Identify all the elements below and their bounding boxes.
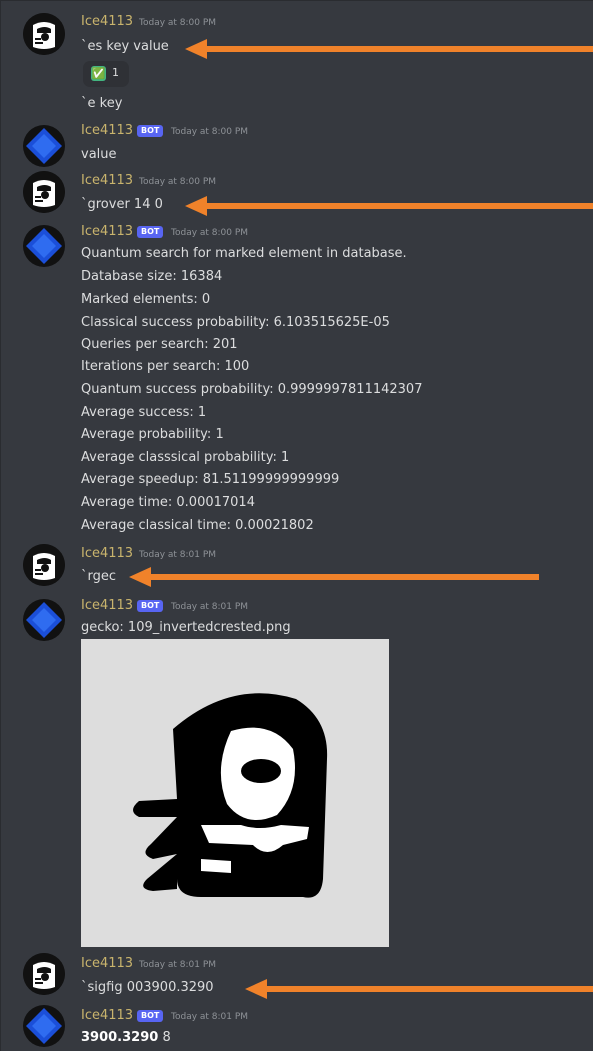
message-text: value [81,147,117,162]
arrow-annotation-icon [185,39,593,59]
message-text: Average probability: 1 [81,427,224,442]
message-text: gecko: 109_invertedcrested.png [81,620,291,635]
arrow-annotation-icon [245,979,593,999]
message-text: `grover 14 0 [81,197,163,212]
username[interactable]: Ice4113 [81,956,133,971]
message-text: Iterations per search: 100 [81,359,250,374]
timestamp: Today at 8:01 PM [139,550,217,560]
message-text: Average success: 1 [81,405,207,420]
message-text: Average time: 0.00017014 [81,495,255,510]
username[interactable]: Ice4113 [81,1008,133,1023]
gecko-face-icon [23,953,65,995]
chat-log: Ice4113 Today at 8:00 PM `es key value ✅… [0,0,593,1051]
blue-diamond-icon [23,1005,65,1047]
username[interactable]: Ice4113 [81,14,133,29]
timestamp: Today at 8:00 PM [171,228,249,238]
bot-badge: BOT [137,1010,164,1022]
message-text: Database size: 16384 [81,269,223,284]
timestamp: Today at 8:01 PM [139,960,217,970]
bot-avatar[interactable] [23,125,65,167]
username[interactable]: Ice4113 [81,224,133,239]
gecko-image-attachment[interactable] [81,639,389,947]
blue-diamond-icon [23,225,65,267]
bot-avatar[interactable] [23,225,65,267]
message-text: `es key value [81,39,169,54]
username[interactable]: Ice4113 [81,598,133,613]
timestamp: Today at 8:01 PM [171,602,249,612]
message-text: Quantum search for marked element in dat… [81,246,407,261]
reaction-button[interactable]: ✅ 1 [83,61,129,87]
bot-badge: BOT [137,125,164,137]
message-text: Average classical time: 0.00021802 [81,518,314,533]
message-text: Average classsical probability: 1 [81,450,290,465]
sigfig-count: 8 [162,1030,171,1045]
message-text: `e key [81,96,123,111]
timestamp: Today at 8:00 PM [139,18,217,28]
gecko-face-icon [23,544,65,586]
username[interactable]: Ice4113 [81,173,133,188]
message-text: Quantum success probability: 0.999999781… [81,382,423,397]
user-avatar[interactable] [23,13,65,55]
gecko-silhouette-icon [133,693,328,898]
bot-badge: BOT [137,226,164,238]
check-mark-icon: ✅ [91,66,106,81]
user-avatar[interactable] [23,544,65,586]
message-text: Marked elements: 0 [81,292,211,307]
gecko-face-icon [23,171,65,213]
bot-avatar[interactable] [23,1005,65,1047]
message-text: `rgec [81,569,117,584]
bot-badge: BOT [137,600,164,612]
timestamp: Today at 8:00 PM [139,177,217,187]
reaction-count: 1 [112,66,119,79]
arrow-annotation-icon [185,196,593,216]
username[interactable]: Ice4113 [81,546,133,561]
message-text: Average speedup: 81.51199999999999 [81,472,340,487]
username[interactable]: Ice4113 [81,123,133,138]
sigfig-value: 3900.3290 [81,1030,159,1045]
timestamp: Today at 8:00 PM [171,127,249,137]
user-avatar[interactable] [23,953,65,995]
timestamp: Today at 8:01 PM [171,1012,249,1022]
sigfig-result: 3900.3290 8 [81,1030,171,1045]
blue-diamond-icon [23,125,65,167]
message-text: `sigfig 003900.3290 [81,980,214,995]
message-text: Classical success probability: 6.1035156… [81,315,390,330]
message-text: Queries per search: 201 [81,337,238,352]
bot-avatar[interactable] [23,599,65,641]
user-avatar[interactable] [23,171,65,213]
blue-diamond-icon [23,599,65,641]
gecko-face-icon [23,13,65,55]
arrow-annotation-icon [129,567,539,587]
